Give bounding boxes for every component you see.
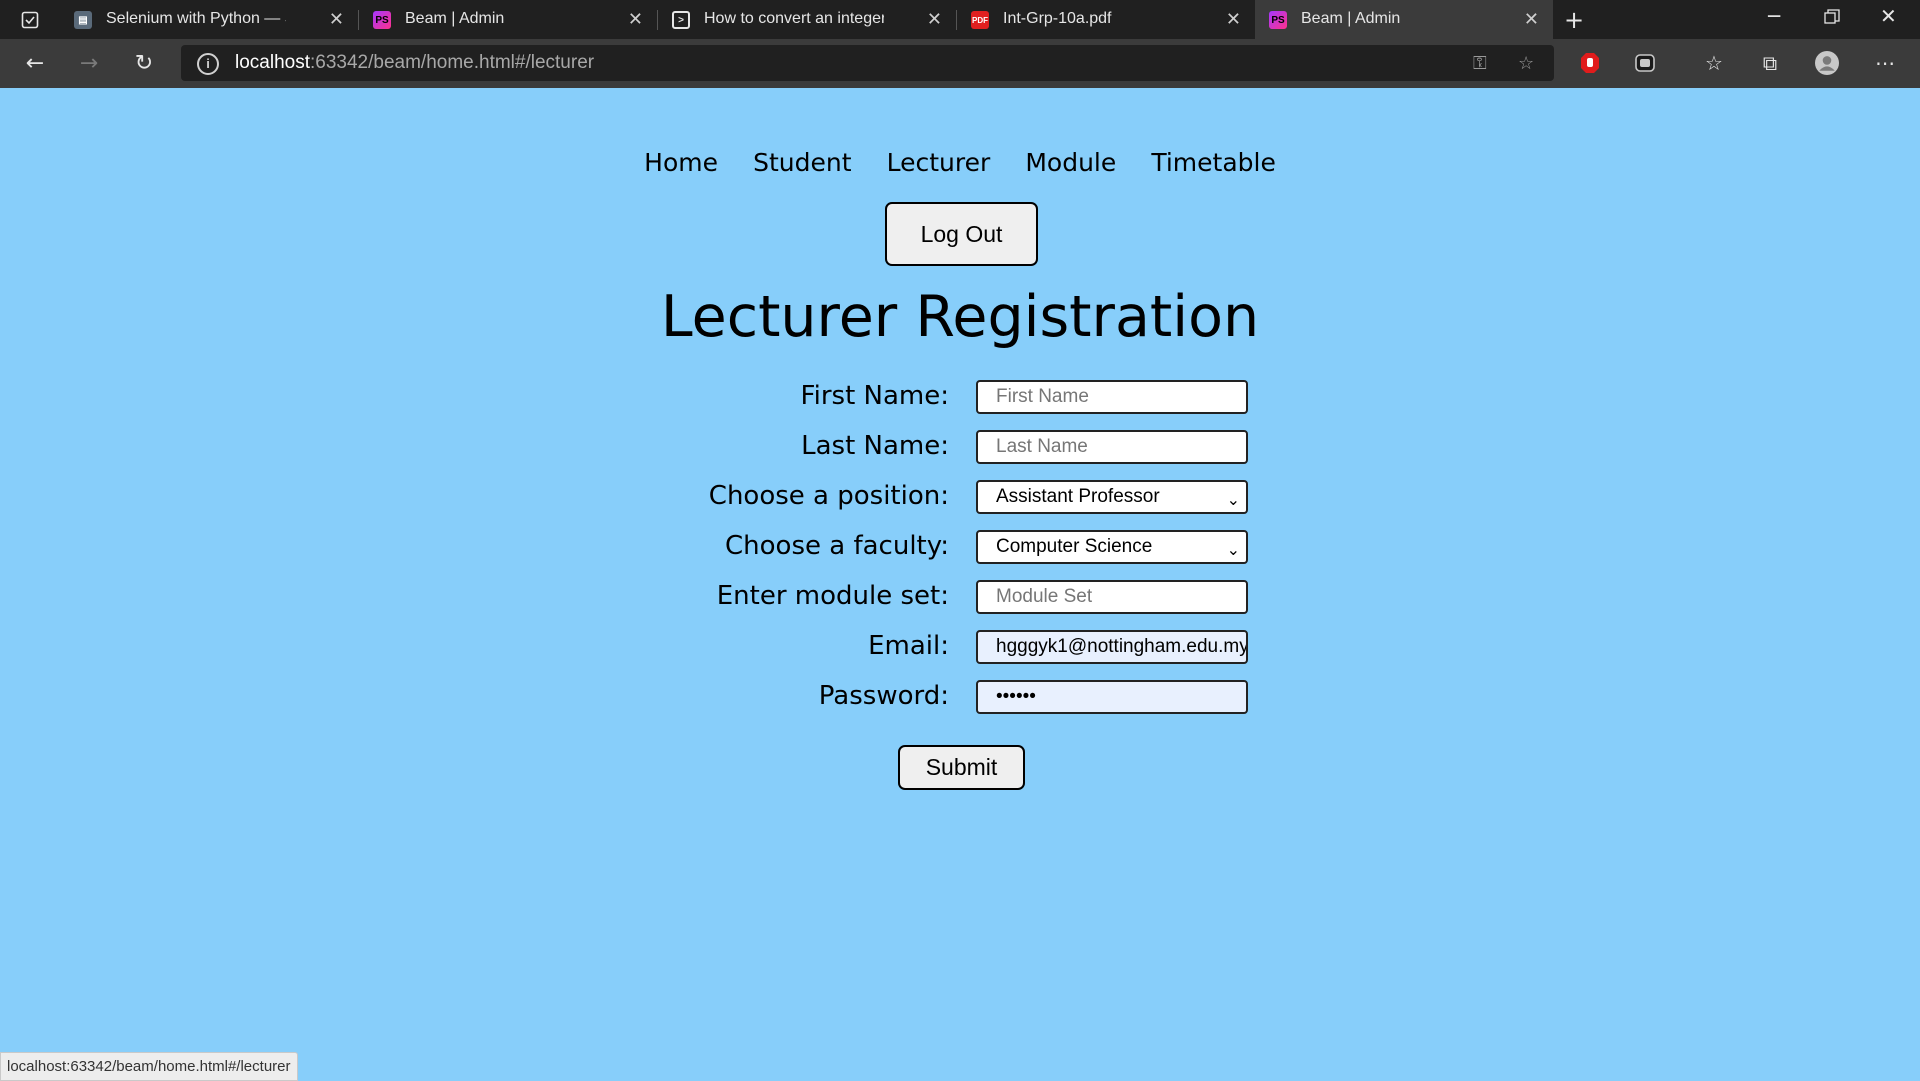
arrow-left-icon: ← (25, 50, 45, 76)
main-nav: Home Student Lecturer Module Timetable (0, 148, 1920, 177)
new-tab-button[interactable]: + (1564, 6, 1584, 34)
last-name-input[interactable]: Last Name (976, 430, 1248, 464)
email-row: Email: hgggyk1@nottingham.edu.my (0, 630, 1920, 668)
plus-icon: + (1564, 6, 1585, 34)
tab-beam-admin-active[interactable]: PS Beam | Admin ✕ (1255, 0, 1553, 39)
stop-hand-icon (1581, 53, 1599, 73)
submit-button[interactable]: Submit (898, 745, 1025, 790)
favorites-icon: ☆ (1705, 51, 1723, 75)
extension-adblock-button[interactable] (1578, 51, 1602, 75)
position-row: Choose a position: Assistant Professor ⌄ (0, 480, 1920, 518)
restore-icon (1824, 9, 1840, 24)
tab-title: How to convert an integer to a st (704, 10, 884, 27)
faculty-label: Choose a faculty: (725, 531, 949, 561)
address-bar[interactable]: i localhost:63342/beam/home.html#/lectur… (181, 45, 1554, 81)
page-content: Home Student Lecturer Module Timetable L… (0, 88, 1920, 1080)
extension-button[interactable] (1633, 51, 1657, 75)
logout-button[interactable]: Log Out (885, 202, 1038, 266)
address-url[interactable]: localhost:63342/beam/home.html#/lecturer (235, 52, 594, 74)
url-path: :63342/beam/home.html#/lecturer (310, 52, 595, 73)
last-name-label: Last Name: (801, 431, 949, 461)
close-icon: ✕ (1880, 4, 1897, 28)
tab-beam-admin-1[interactable]: PS Beam | Admin ✕ (359, 0, 657, 39)
first-name-row: First Name: First Name (0, 380, 1920, 418)
collections-button[interactable]: ⧉ (1758, 51, 1782, 75)
last-name-row: Last Name: Last Name (0, 430, 1920, 468)
module-set-input[interactable]: Module Set (976, 580, 1248, 614)
back-button[interactable]: ← (20, 48, 50, 78)
tab-selenium[interactable]: ▤ Selenium with Python — Seleniu ✕ (60, 0, 358, 39)
email-label: Email: (868, 631, 949, 661)
status-bar-url: localhost:63342/beam/home.html#/lecturer (0, 1052, 298, 1081)
refresh-icon: ↻ (134, 50, 154, 76)
chevron-down-icon: ⌄ (1226, 542, 1240, 559)
url-host: localhost (235, 52, 310, 73)
position-label: Choose a position: (708, 481, 949, 511)
first-name-label: First Name: (800, 381, 949, 411)
profile-button[interactable] (1815, 51, 1839, 75)
email-input[interactable]: hgggyk1@nottingham.edu.my (976, 630, 1248, 664)
browser-toolbar: ← → ↻ i localhost:63342/beam/home.html#/… (0, 39, 1920, 88)
close-window-button[interactable]: ✕ (1880, 4, 1897, 28)
arrow-right-icon: → (79, 50, 99, 76)
tab-title: Beam | Admin (405, 10, 505, 27)
tab-strip: ▤ Selenium with Python — Seleniu ✕ PS Be… (0, 0, 1920, 39)
close-tab-icon[interactable]: ✕ (1226, 9, 1241, 30)
nav-home[interactable]: Home (644, 148, 718, 177)
phpstorm-icon: PS (373, 11, 391, 29)
page-title: Lecturer Registration (660, 284, 1260, 350)
favorite-add-icon[interactable]: ☆ (1518, 53, 1534, 74)
chevron-down-icon: ⌄ (1226, 492, 1240, 509)
close-tab-icon[interactable]: ✕ (1524, 9, 1539, 30)
tab-title: Int-Grp-10a.pdf (1003, 10, 1112, 27)
forward-button[interactable]: → (74, 48, 104, 78)
tab-pdf[interactable]: PDF Int-Grp-10a.pdf ✕ (957, 0, 1255, 39)
module-set-row: Enter module set: Module Set (0, 580, 1920, 618)
password-input[interactable]: •••••• (976, 680, 1248, 714)
extension-icon (1635, 54, 1655, 72)
module-set-label: Enter module set: (716, 581, 949, 611)
site-info-icon[interactable]: i (197, 53, 219, 75)
close-tab-icon[interactable]: ✕ (628, 9, 643, 30)
nav-lecturer[interactable]: Lecturer (887, 148, 991, 177)
phpstorm-icon: PS (1269, 11, 1287, 29)
minimize-button[interactable]: ─ (1768, 4, 1780, 28)
tab-title: Selenium with Python — Seleniu (106, 10, 286, 27)
key-icon[interactable]: ⚿ (1473, 53, 1487, 74)
minimize-icon: ─ (1768, 4, 1781, 28)
tab-convert-integer[interactable]: > How to convert an integer to a st ✕ (658, 0, 956, 39)
password-label: Password: (818, 681, 949, 711)
favorites-button[interactable]: ☆ (1702, 51, 1726, 75)
nav-student[interactable]: Student (753, 148, 851, 177)
avatar-icon (1815, 51, 1839, 75)
restore-button[interactable] (1824, 6, 1840, 30)
collections-icon: ⧉ (1762, 51, 1778, 75)
password-row: Password: •••••• (0, 680, 1920, 718)
terminal-icon: > (672, 11, 690, 29)
faculty-select[interactable]: Computer Science ⌄ (976, 530, 1248, 564)
first-name-input[interactable]: First Name (976, 380, 1248, 414)
book-icon: ▤ (74, 11, 92, 29)
nav-timetable[interactable]: Timetable (1151, 148, 1276, 177)
tab-title: Beam | Admin (1301, 10, 1401, 27)
tab-actions-icon (21, 11, 39, 28)
faculty-row: Choose a faculty: Computer Science ⌄ (0, 530, 1920, 568)
faculty-selected-value: Computer Science (996, 536, 1153, 557)
close-tab-icon[interactable]: ✕ (927, 9, 942, 30)
position-select[interactable]: Assistant Professor ⌄ (976, 480, 1248, 514)
refresh-button[interactable]: ↻ (129, 48, 159, 78)
close-tab-icon[interactable]: ✕ (329, 9, 344, 30)
nav-module[interactable]: Module (1025, 148, 1116, 177)
pdf-icon: PDF (971, 11, 989, 29)
tab-actions-button[interactable] (0, 0, 60, 39)
position-selected-value: Assistant Professor (996, 486, 1160, 507)
ellipsis-icon: ⋯ (1875, 51, 1895, 75)
more-button[interactable]: ⋯ (1873, 51, 1897, 75)
